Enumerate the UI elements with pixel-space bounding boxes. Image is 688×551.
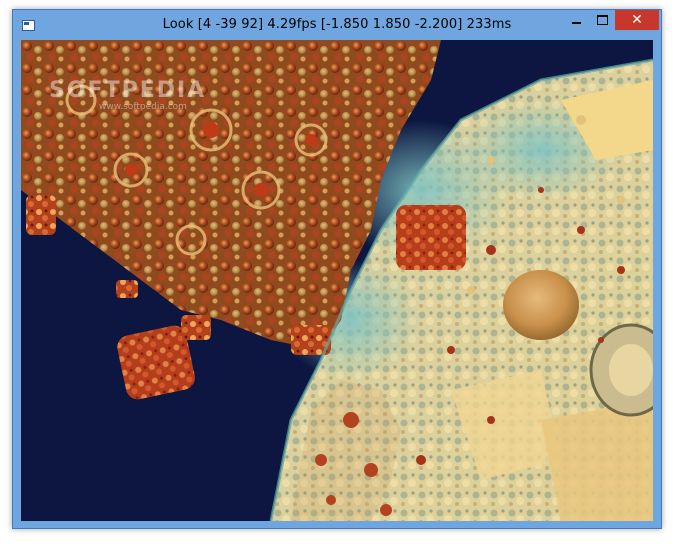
title-bar[interactable]: Look [4 -39 92] 4.29fps [-1.850 1.850 -2… (13, 10, 661, 40)
watermark-url: www.softpedia.com (99, 102, 187, 112)
app-window: Look [4 -39 92] 4.29fps [-1.850 1.850 -2… (12, 9, 662, 529)
maximize-icon (596, 15, 608, 25)
fractal-render (21, 40, 653, 521)
close-button[interactable]: ✕ (615, 10, 659, 30)
window-controls: ✕ (563, 10, 659, 32)
minimize-icon (571, 22, 581, 24)
maximize-button[interactable] (589, 10, 615, 30)
minimize-button[interactable] (563, 10, 589, 30)
watermark-text: SOFTPEDIA (49, 78, 207, 103)
close-icon: ✕ (631, 12, 643, 28)
fractal-render-view[interactable]: SOFTPEDIA www.softpedia.com (21, 40, 653, 521)
